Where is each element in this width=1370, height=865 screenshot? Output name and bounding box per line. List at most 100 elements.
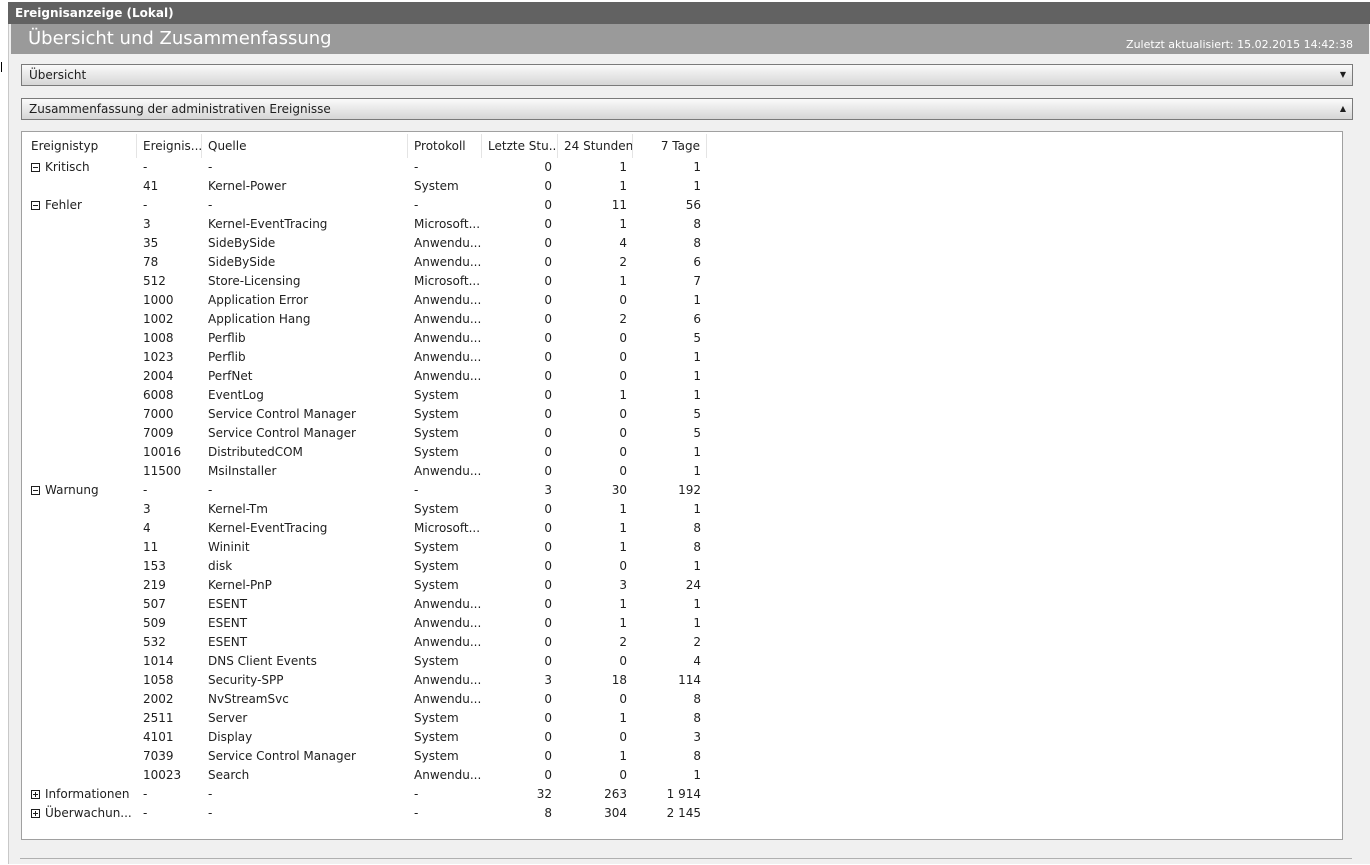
column-header-log[interactable]: Protokoll (408, 134, 482, 158)
column-header-last-hour[interactable]: Letzte Stu... (482, 134, 558, 158)
table-row[interactable]: 10016 DistributedCOM System 0 0 1 (31, 443, 707, 462)
cell-7-days: 24 (685, 578, 701, 592)
column-header-event-type[interactable]: Ereignistyp (31, 134, 137, 158)
expand-icon[interactable] (31, 809, 40, 818)
cell-source: DistributedCOM (208, 445, 303, 459)
table-row[interactable]: 2002 NvStreamSvc Anwendu... 0 0 8 (31, 690, 707, 709)
table-row[interactable]: 3 Kernel-Tm System 0 1 1 (31, 500, 707, 519)
cell-24-hours: 1 (619, 502, 627, 516)
cell-7-days: 1 (693, 160, 701, 174)
table-row[interactable]: 4 Kernel-EventTracing Microsoft... 0 1 8 (31, 519, 707, 538)
cell-event-id: 41 (143, 179, 159, 193)
table-row[interactable]: 1000 Application Error Anwendu... 0 0 1 (31, 291, 707, 310)
cell-24-hours: 0 (619, 350, 627, 364)
cell-event-type (31, 405, 137, 424)
cell-log: Anwendu... (414, 369, 482, 383)
cell-event-id: - (143, 806, 148, 820)
cell-event-id: 4101 (143, 730, 174, 744)
cell-24-hours: 0 (619, 293, 627, 307)
cell-event-type (31, 671, 137, 690)
table-row[interactable]: Überwachun... - - -8 304 2 145 (31, 804, 707, 823)
cell-event-id: 2004 (143, 369, 174, 383)
table-row[interactable]: 11500 MsiInstaller Anwendu... 0 0 1 (31, 462, 707, 481)
table-row[interactable]: 532 ESENT Anwendu... 0 2 2 (31, 633, 707, 652)
cell-event-type (31, 709, 137, 728)
table-row[interactable]: 4101 Display System 0 0 3 (31, 728, 707, 747)
expand-icon[interactable] (31, 790, 40, 799)
table-row[interactable]: 219 Kernel-PnP System 0 3 24 (31, 576, 707, 595)
table-row[interactable]: 507 ESENT Anwendu... 0 1 1 (31, 595, 707, 614)
cell-last-hour: 0 (544, 730, 552, 744)
collapse-icon[interactable] (31, 201, 40, 210)
section-summary-header[interactable]: Zusammenfassung der administrativen Erei… (21, 98, 1353, 120)
chevron-up-icon[interactable]: ▲ (1340, 99, 1346, 119)
table-row[interactable]: 7000 Service Control Manager System 0 0 5 (31, 405, 707, 424)
cell-7-days: 192 (678, 483, 701, 497)
cell-event-type (31, 272, 137, 291)
column-header-24-hours[interactable]: 24 Stunden (558, 134, 633, 158)
cell-event-type (31, 424, 137, 443)
cell-source: Store-Licensing (208, 274, 301, 288)
cell-source: disk (208, 559, 233, 573)
cell-event-id: 1014 (143, 654, 174, 668)
cell-24-hours: 1 (619, 160, 627, 174)
table-row[interactable]: 1014 DNS Client Events System 0 0 4 (31, 652, 707, 671)
cell-source: Perflib (208, 331, 246, 345)
collapse-icon[interactable] (31, 163, 40, 172)
table-row[interactable]: 3 Kernel-EventTracing Microsoft... 0 1 8 (31, 215, 707, 234)
cell-event-id: 7039 (143, 749, 174, 763)
collapse-icon[interactable] (31, 486, 40, 495)
table-row[interactable]: 1008 Perflib Anwendu... 0 0 5 (31, 329, 707, 348)
table-row[interactable]: 1002 Application Hang Anwendu... 0 2 6 (31, 310, 707, 329)
chevron-down-icon[interactable]: ▼ (1340, 65, 1346, 85)
column-header-event-id[interactable]: Ereignis... (137, 134, 202, 158)
cell-last-hour: 0 (544, 540, 552, 554)
cell-log: System (414, 654, 459, 668)
table-row[interactable]: 7039 Service Control Manager System 0 1 8 (31, 747, 707, 766)
cell-log: System (414, 540, 459, 554)
left-edge-marker (1, 62, 2, 72)
cell-7-days: 6 (693, 312, 701, 326)
column-header-7-days[interactable]: 7 Tage (633, 134, 707, 158)
table-row[interactable]: 11 Wininit System 0 1 8 (31, 538, 707, 557)
cell-log: Microsoft... (414, 217, 481, 231)
table-row[interactable]: 2511 Server System 0 1 8 (31, 709, 707, 728)
cell-24-hours: 18 (611, 673, 627, 687)
table-row[interactable]: 509 ESENT Anwendu... 0 1 1 (31, 614, 707, 633)
cell-7-days: 1 (693, 179, 701, 193)
table-row[interactable]: Fehler - - - 0 11 56 (31, 196, 707, 215)
cell-last-hour: 0 (544, 293, 552, 307)
table-row[interactable]: 153 disk System 0 0 1 (31, 557, 707, 576)
cell-source: Perflib (208, 350, 246, 364)
cell-event-id: 1023 (143, 350, 174, 364)
section-overview-header[interactable]: Übersicht ▼ (21, 64, 1353, 86)
cell-last-hour: 0 (544, 768, 552, 782)
section-summary-label: Zusammenfassung der administrativen Erei… (29, 102, 331, 116)
cell-24-hours: 1 (619, 749, 627, 763)
table-row[interactable]: 78 SideBySide Anwendu... 0 2 6 (31, 253, 707, 272)
column-header-source[interactable]: Quelle (202, 134, 408, 158)
table-row[interactable]: 7009 Service Control Manager System 0 0 5 (31, 424, 707, 443)
table-row[interactable]: 512 Store-Licensing Microsoft... 0 1 7 (31, 272, 707, 291)
table-row[interactable]: 41 Kernel-Power System 0 1 1 (31, 177, 707, 196)
cell-24-hours: 4 (619, 236, 627, 250)
table-row[interactable]: 2004 PerfNet Anwendu... 0 0 1 (31, 367, 707, 386)
cell-source: SideBySide (208, 255, 276, 269)
cell-last-hour: 0 (544, 578, 552, 592)
cell-event-id: 10023 (143, 768, 182, 782)
table-row[interactable]: 10023 Search Anwendu... 0 0 1 (31, 766, 707, 785)
table-row[interactable]: 1023 Perflib Anwendu... 0 0 1 (31, 348, 707, 367)
table-row[interactable]: Warnung - - - 3 30 192 (31, 481, 707, 500)
cell-log: System (414, 445, 459, 459)
table-row[interactable]: 6008 EventLog System 0 1 1 (31, 386, 707, 405)
table-row[interactable]: Kritisch - - - 0 1 1 (31, 158, 707, 177)
cell-log: System (414, 407, 459, 421)
table-row[interactable]: Informationen - - -32 263 1 914 (31, 785, 707, 804)
cell-last-hour: 0 (544, 635, 552, 649)
cell-source: Service Control Manager (208, 407, 356, 421)
table-row[interactable]: 1058 Security-SPP Anwendu... 3 18 114 (31, 671, 707, 690)
table-row[interactable]: 35 SideBySide Anwendu... 0 4 8 (31, 234, 707, 253)
cell-7-days: 5 (693, 426, 701, 440)
cell-log: Anwendu... (414, 236, 482, 250)
cell-24-hours: 0 (619, 559, 627, 573)
